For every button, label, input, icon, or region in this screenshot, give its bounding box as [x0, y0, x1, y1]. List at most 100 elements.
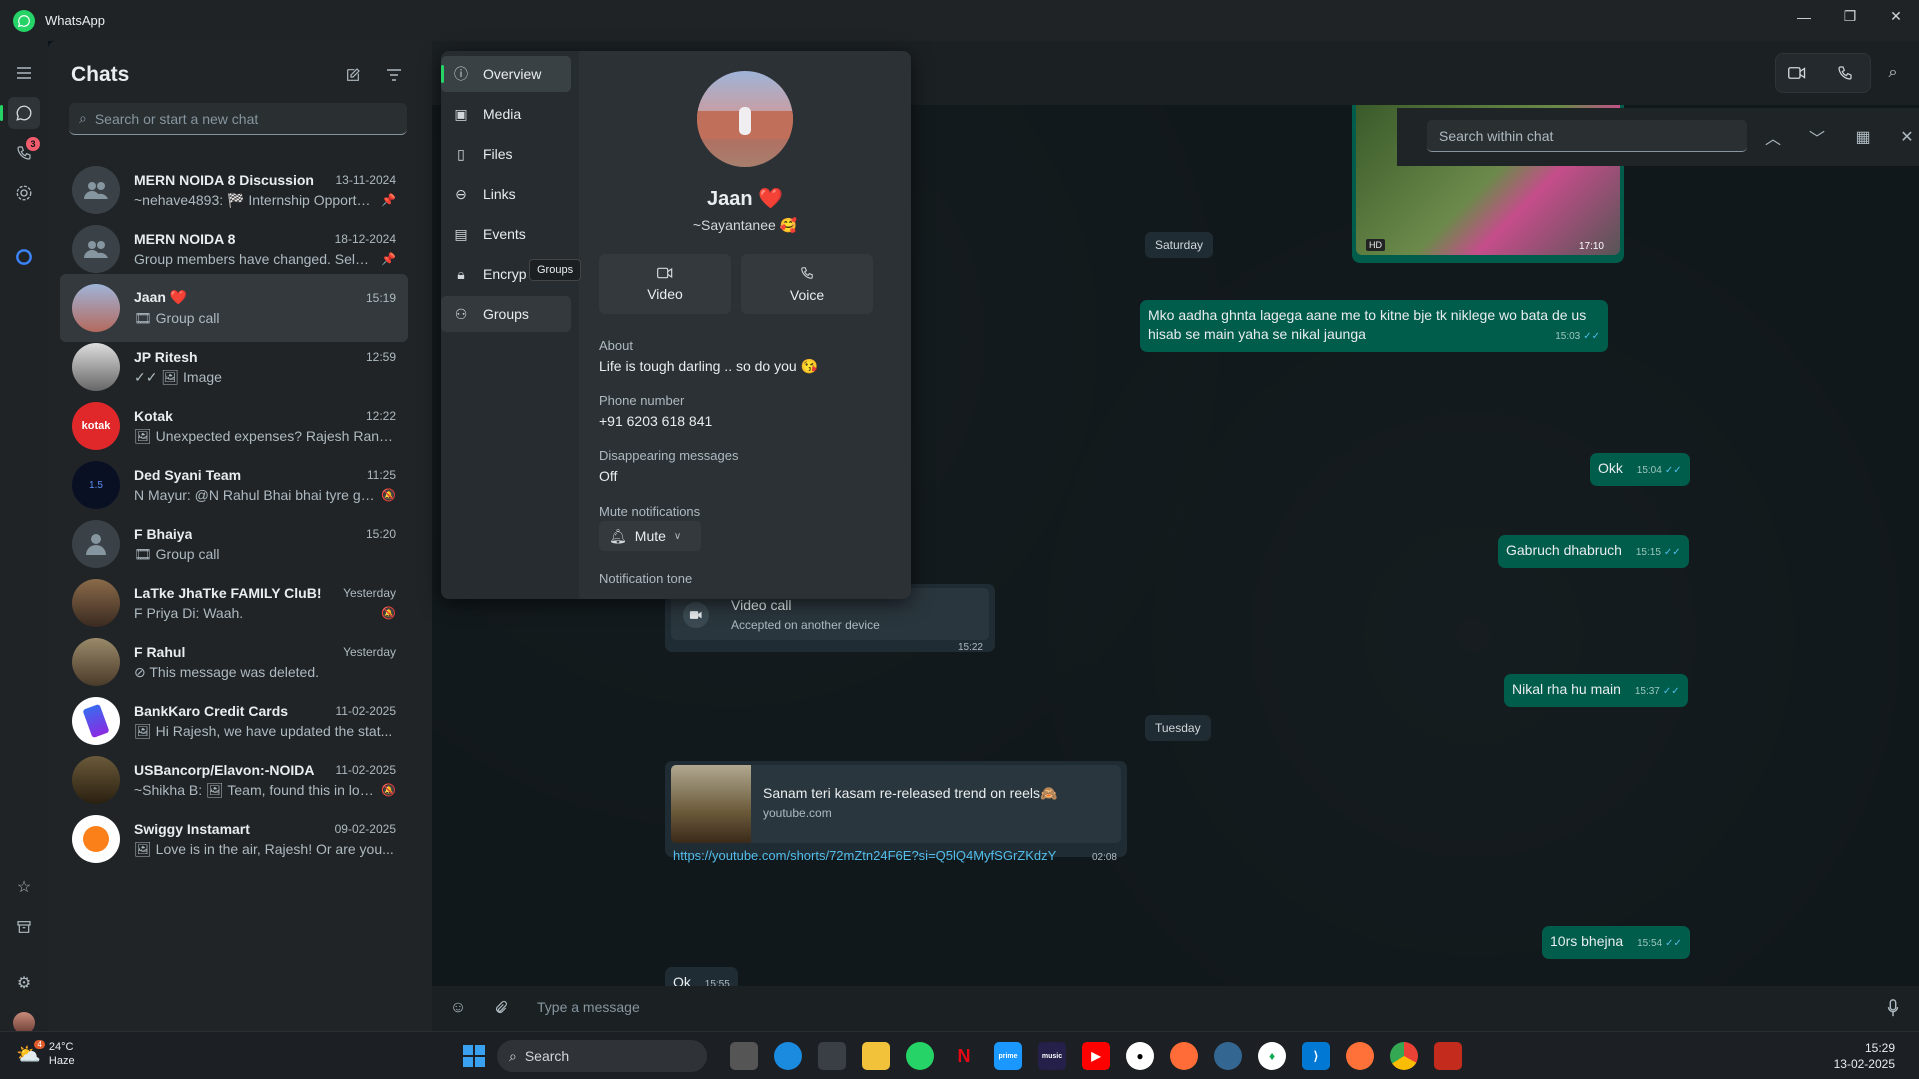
- message-time: 15:15: [1635, 547, 1661, 558]
- search-chat-icon[interactable]: ⌕: [1873, 55, 1913, 91]
- search-within-chat-input[interactable]: Search within chat: [1427, 120, 1747, 152]
- new-chat-icon[interactable]: [339, 61, 367, 89]
- settings-icon[interactable]: ⚙: [8, 967, 40, 999]
- voice-call-button[interactable]: Voice: [741, 254, 873, 314]
- chat-item[interactable]: 1.5 Ded Syani Team 11:25 N Mayur: @N Rahu…: [60, 451, 408, 519]
- outgoing-message[interactable]: Gabruch dhabruch 15:15 ✓✓: [1498, 535, 1689, 568]
- chat-search-input[interactable]: ⌕ Search or start a new chat: [69, 103, 407, 135]
- muted-icon: 🔕: [381, 488, 396, 502]
- whatsapp-taskbar-icon[interactable]: [906, 1042, 934, 1070]
- chat-item[interactable]: MERN NOIDA 8 18-12-2024 Group members hav…: [60, 215, 408, 283]
- tab-overview[interactable]: ⓘ Overview: [441, 56, 571, 92]
- chats-header: Chats: [71, 63, 130, 86]
- chat-item[interactable]: BankKaro Credit Cards 11-02-2025 🖼 Hi Raj…: [60, 687, 408, 755]
- link-thumbnail: [671, 765, 751, 843]
- calls-icon[interactable]: 3: [8, 137, 40, 169]
- muted-icon: 🔕: [381, 606, 396, 620]
- navigation-rail: 3 ☆ ⚙: [0, 41, 48, 1034]
- chat-item[interactable]: LaTke JhaTke FAMILY CluB! Yesterday F Pri…: [60, 569, 408, 637]
- video-call-icon[interactable]: [1777, 55, 1817, 91]
- menu-icon[interactable]: [8, 57, 40, 89]
- mute-field: Mute notifications: [599, 504, 700, 519]
- outgoing-message[interactable]: Mko aadha ghnta lagega aane me to kitne …: [1140, 300, 1608, 352]
- voice-call-icon[interactable]: [1825, 55, 1865, 91]
- tab-groups[interactable]: ⚇ Groups: [441, 296, 571, 332]
- firefox-icon[interactable]: [1346, 1042, 1374, 1070]
- windows-start-icon[interactable]: [460, 1042, 488, 1070]
- chat-preview: ~nehave4893: 🏁 Internship Opportun...: [134, 191, 376, 208]
- message-input[interactable]: Type a message: [537, 999, 640, 1015]
- status-icon[interactable]: [8, 177, 40, 209]
- voice-call-label: Voice: [789, 286, 825, 303]
- chat-item[interactable]: Jaan ❤️ 15:19 🎞 Group call: [60, 274, 408, 342]
- microphone-icon[interactable]: [1879, 994, 1907, 1022]
- video-call-button[interactable]: Video: [599, 254, 731, 314]
- edge-icon[interactable]: [774, 1042, 802, 1070]
- archive-icon[interactable]: [8, 911, 40, 943]
- chat-preview: 🖼 Love is in the air, Rajesh! Or are you…: [134, 840, 394, 857]
- pin-icon: 📌: [381, 193, 396, 207]
- netflix-icon[interactable]: N: [950, 1042, 978, 1070]
- restore-icon[interactable]: ❐: [1827, 0, 1873, 33]
- incoming-link-message[interactable]: Sanam teri kasam re-released trend on re…: [665, 761, 1127, 863]
- tab-media[interactable]: ▣ Media: [441, 96, 571, 132]
- amazon-music-icon[interactable]: music: [1038, 1042, 1066, 1070]
- prime-video-icon[interactable]: prime: [994, 1042, 1022, 1070]
- tab-label: Media: [483, 106, 522, 122]
- tab-label: Overview: [483, 66, 542, 82]
- calendar-icon[interactable]: ▦: [1849, 123, 1877, 151]
- profile-photo[interactable]: [697, 71, 793, 167]
- avatar: [72, 343, 120, 391]
- weather-widget[interactable]: ⛅ 4 24°C Haze: [16, 1039, 75, 1068]
- emoji-icon[interactable]: ☺: [444, 994, 472, 1022]
- starred-icon[interactable]: ☆: [8, 871, 40, 903]
- task-view-icon[interactable]: [730, 1042, 758, 1070]
- chat-item[interactable]: Swiggy Instamart 09-02-2025 🖼 Love is in …: [60, 805, 408, 873]
- meta-ai-icon[interactable]: [8, 241, 40, 273]
- vscode-icon[interactable]: ⟩: [1302, 1042, 1330, 1070]
- tab-events[interactable]: ▤ Events: [441, 216, 571, 252]
- outgoing-message[interactable]: Okk 15:04 ✓✓: [1590, 453, 1690, 486]
- outgoing-message[interactable]: Nikal rha hu main 15:37 ✓✓: [1504, 674, 1688, 707]
- tab-files[interactable]: ▯ Files: [441, 136, 571, 172]
- chevron-up-icon[interactable]: ︿: [1759, 123, 1787, 151]
- system-clock[interactable]: 15:29 13-02-2025: [1834, 1040, 1895, 1072]
- day-divider: Tuesday: [1145, 715, 1211, 741]
- tab-links[interactable]: ⊖ Links: [441, 176, 571, 212]
- postman-icon[interactable]: [1170, 1042, 1198, 1070]
- message-composer: ☺ Type a message: [432, 986, 1919, 1031]
- chat-item[interactable]: F Bhaiya 15:20 🎞 Group call: [60, 510, 408, 578]
- link-url[interactable]: https://youtube.com/shorts/72mZtn24F6E?s…: [673, 846, 1056, 865]
- clock-date: 13-02-2025: [1833, 1057, 1895, 1071]
- chevron-down-icon[interactable]: ﹀: [1803, 123, 1831, 151]
- contact-info-nav: ⓘ Overview ▣ Media ▯ Files ⊖ Links ▤ Events 🔒…: [441, 51, 582, 599]
- mute-dropdown[interactable]: 🔔︎ Mute ∨: [599, 521, 701, 551]
- chat-item[interactable]: MERN NOIDA 8 Discussion 13-11-2024 ~nehav…: [60, 156, 408, 224]
- chat-preview: 🖼 Unexpected expenses? Rajesh Ranja...: [134, 427, 396, 444]
- contact-pushname: ~Sayantanee 🥰: [692, 217, 798, 233]
- minimize-icon[interactable]: —: [1781, 0, 1827, 33]
- attach-icon[interactable]: [487, 994, 515, 1022]
- postgres-icon[interactable]: [1214, 1042, 1242, 1070]
- read-receipt-icon: ✓✓: [1583, 331, 1600, 342]
- youtube-icon[interactable]: ▶: [1082, 1042, 1110, 1070]
- github-icon[interactable]: ●: [1126, 1042, 1154, 1070]
- chat-item[interactable]: JP Ritesh 12:59 ✓✓ 🖼 Image: [60, 333, 408, 401]
- close-window-icon[interactable]: ✕: [1873, 0, 1919, 33]
- about-value: Life is tough darling .. so do you 😘: [599, 358, 819, 374]
- filter-icon[interactable]: [380, 61, 408, 89]
- chrome-icon[interactable]: [1390, 1042, 1418, 1070]
- chats-icon[interactable]: [0, 97, 40, 129]
- mongodb-icon[interactable]: ♦: [1258, 1042, 1286, 1070]
- snipping-tool-icon[interactable]: [1434, 1042, 1462, 1070]
- store-icon[interactable]: [818, 1042, 846, 1070]
- chat-time: Yesterday: [343, 586, 396, 600]
- close-search-icon[interactable]: ✕: [1893, 123, 1919, 151]
- windows-taskbar: ⛅ 4 24°C Haze ⌕ Search N prime music ▶ ● ♦ …: [0, 1031, 1919, 1079]
- taskbar-search[interactable]: ⌕ Search: [497, 1040, 707, 1072]
- chat-item[interactable]: F Rahul Yesterday ⊘ This message was dele…: [60, 628, 408, 696]
- chat-item[interactable]: USBancorp/Elavon:-NOIDA 11-02-2025 ~Shikh…: [60, 746, 408, 814]
- chat-item[interactable]: kotak Kotak 12:22 🖼 Unexpected expenses? …: [60, 392, 408, 460]
- outgoing-message[interactable]: 10rs bhejna 15:54 ✓✓: [1542, 926, 1690, 959]
- file-explorer-icon[interactable]: [862, 1042, 890, 1070]
